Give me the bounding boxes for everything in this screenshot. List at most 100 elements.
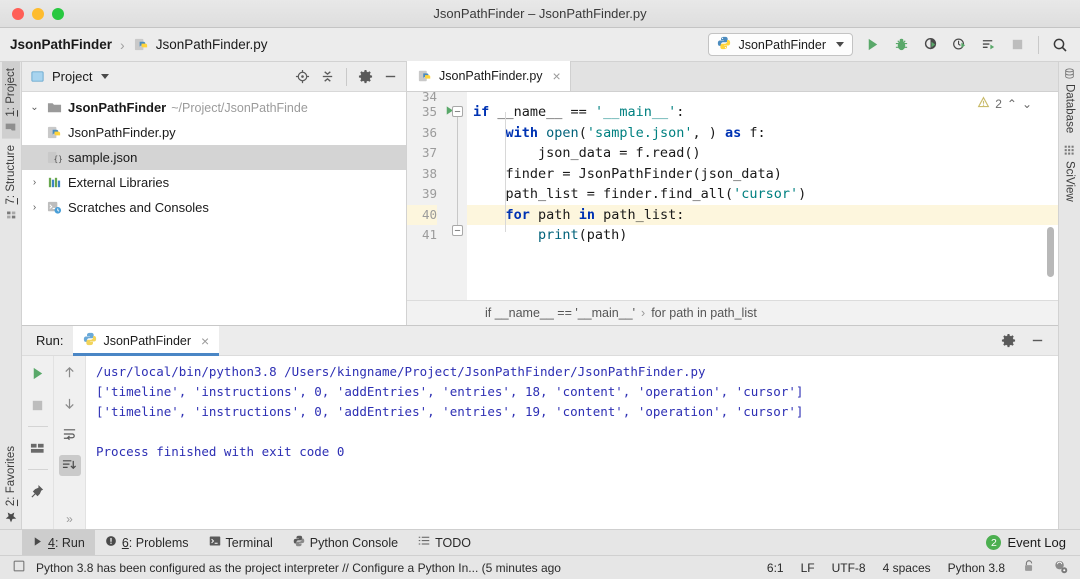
tree-node-external-libraries[interactable]: › External Libraries (22, 170, 406, 195)
fold-marker-open[interactable] (452, 106, 463, 117)
editor-scrollbar[interactable] (1047, 227, 1054, 277)
bottom-tab-python-console[interactable]: Python Console (283, 530, 408, 556)
pycharm-window: JsonPathFinder – JsonPathFinder.py JsonP… (0, 0, 1080, 579)
window-title: JsonPathFinder – JsonPathFinder.py (0, 6, 1080, 21)
caret-position[interactable]: 6:1 (767, 561, 784, 575)
code-line-37: json_data = f.read() (467, 143, 1058, 164)
coverage-icon[interactable] (920, 35, 940, 55)
pin-icon[interactable] (27, 480, 49, 502)
bottom-tab-label: 6: Problems (122, 536, 189, 550)
settings-icon[interactable] (1000, 332, 1017, 349)
indent-setting[interactable]: 4 spaces (883, 561, 931, 575)
tree-node-jsonpathfinder[interactable]: ⌄ JsonPathFinder ~/Project/JsonPathFinde (22, 95, 406, 120)
folder-icon (5, 122, 17, 133)
toolbar-divider (1038, 36, 1039, 54)
bottom-tab-todo[interactable]: TODO (408, 530, 481, 556)
bottom-tab-problems[interactable]: 6: Problems (95, 530, 199, 556)
editor-area: JsonPathFinder.py × 2 ⌃ ⌄ (407, 62, 1058, 325)
breadcrumb-project[interactable]: JsonPathFinder (10, 37, 112, 52)
collapse-all-icon[interactable] (319, 68, 336, 85)
editor-gutter[interactable]: 34 35 36 37 38 39 40 41 (407, 92, 443, 300)
editor-fold-column[interactable] (443, 92, 467, 300)
run-panel-header-actions (1000, 332, 1058, 349)
python-interpreter[interactable]: Python 3.8 (948, 561, 1005, 575)
stop-icon[interactable] (27, 394, 49, 416)
inspection-widget[interactable]: 2 ⌃ ⌄ (977, 96, 1032, 112)
chevron-down-icon[interactable] (101, 74, 109, 79)
hide-icon[interactable] (382, 68, 399, 85)
run-panel-body: » /usr/local/bin/python3.8 /Users/kingna… (22, 356, 1058, 529)
hide-icon[interactable] (1029, 332, 1046, 349)
status-bar-right: 6:1 LF UTF-8 4 spaces Python 3.8 (767, 559, 1068, 577)
breadcrumb-scope-if[interactable]: if __name__ == '__main__' (485, 306, 635, 320)
panel-divider (346, 68, 347, 86)
bottom-tab-terminal[interactable]: Terminal (199, 530, 283, 556)
sidebar-item-sciview[interactable]: SciView (1061, 139, 1079, 208)
status-message[interactable]: Python 3.8 has been configured as the pr… (36, 561, 561, 575)
project-panel-tools (294, 68, 399, 86)
chevron-right-icon[interactable]: › (28, 177, 41, 188)
editor-tab-jsonpathfinder-py[interactable]: JsonPathFinder.py × (407, 61, 571, 91)
tree-node-path: ~/Project/JsonPathFinde (171, 101, 308, 115)
code-line-34 (467, 92, 1058, 102)
soft-wrap-icon[interactable] (59, 424, 81, 445)
code-line-39: path_list = finder.find_all('cursor') (467, 184, 1058, 205)
run-tab-jsonpathfinder[interactable]: JsonPathFinder × (73, 326, 219, 356)
breadcrumb-file[interactable]: JsonPathFinder.py (156, 37, 268, 52)
scroll-end-icon[interactable] (59, 455, 81, 476)
close-icon[interactable]: × (553, 68, 561, 84)
tree-node-jsonpathfinder-py[interactable]: JsonPathFinder.py (22, 120, 406, 145)
code-text[interactable]: if __name__ == '__main__': with open('sa… (467, 92, 1058, 300)
more-icon[interactable]: » (59, 508, 81, 529)
code-line-36: with open('sample.json', ) as f: (467, 123, 1058, 144)
next-warning-icon[interactable]: ⌄ (1022, 97, 1032, 111)
bottom-tab-label: 4: Run (48, 536, 85, 550)
bottom-tab-run[interactable]: 4: Run (22, 530, 95, 556)
file-encoding[interactable]: UTF-8 (832, 561, 866, 575)
search-icon[interactable] (1050, 35, 1070, 55)
code-line-38: finder = JsonPathFinder(json_data) (467, 164, 1058, 185)
close-icon[interactable]: × (201, 333, 209, 349)
code-editor[interactable]: 2 ⌃ ⌄ 34 35 36 37 38 39 40 (407, 92, 1058, 300)
chevron-right-icon[interactable]: › (28, 202, 41, 213)
sidebar-item-structure[interactable]: 7: Structure (2, 139, 20, 226)
chevron-down-icon[interactable]: ⌄ (28, 102, 41, 113)
sidebar-item-project[interactable]: 1: Project (2, 62, 20, 139)
run-icon[interactable] (862, 35, 882, 55)
fold-marker-end[interactable] (452, 225, 463, 236)
rail-label-favorites: 2: Favorites (5, 446, 17, 506)
profile-icon[interactable] (949, 35, 969, 55)
title-bar: JsonPathFinder – JsonPathFinder.py (0, 0, 1080, 28)
previous-warning-icon[interactable]: ⌃ (1007, 97, 1017, 111)
tree-node-scratches-and-consoles[interactable]: › Scratches and Consoles (22, 195, 406, 220)
settings-icon[interactable] (357, 68, 374, 85)
tree-node-sample-json[interactable]: {} sample.json (22, 145, 406, 170)
debug-icon[interactable] (891, 35, 911, 55)
window-icon[interactable] (12, 559, 26, 576)
line-separator[interactable]: LF (801, 561, 815, 575)
breadcrumb-scope-for[interactable]: for path in path_list (651, 306, 757, 320)
event-log-widget[interactable]: 2 Event Log (986, 535, 1080, 550)
python-icon (83, 332, 97, 349)
breadcrumb-separator: › (641, 306, 645, 320)
inspection-icon[interactable] (1053, 559, 1068, 577)
locate-icon[interactable] (294, 68, 311, 85)
run-configuration-selector[interactable]: JsonPathFinder (708, 33, 853, 56)
python-file-icon (46, 124, 63, 141)
left-tool-rail: 1: Project 7: Structure 2: Favorites (0, 62, 22, 529)
event-log-label[interactable]: Event Log (1007, 535, 1066, 550)
lock-icon[interactable] (1022, 559, 1036, 576)
down-icon[interactable] (59, 393, 81, 414)
todo-icon (418, 535, 430, 550)
layout-icon[interactable] (27, 437, 49, 459)
sidebar-item-favorites[interactable]: 2: Favorites (2, 440, 20, 529)
sidebar-item-database[interactable]: Database (1061, 62, 1079, 139)
run-with-icon[interactable] (978, 35, 998, 55)
run-configuration-name: JsonPathFinder (738, 38, 826, 52)
main-body: 1: Project 7: Structure 2: Favorites (0, 62, 1080, 529)
console-output[interactable]: /usr/local/bin/python3.8 /Users/kingname… (86, 356, 1058, 529)
stop-icon[interactable] (1007, 35, 1027, 55)
rerun-icon[interactable] (27, 362, 49, 384)
project-panel: Project (22, 62, 407, 325)
up-icon[interactable] (59, 362, 81, 383)
